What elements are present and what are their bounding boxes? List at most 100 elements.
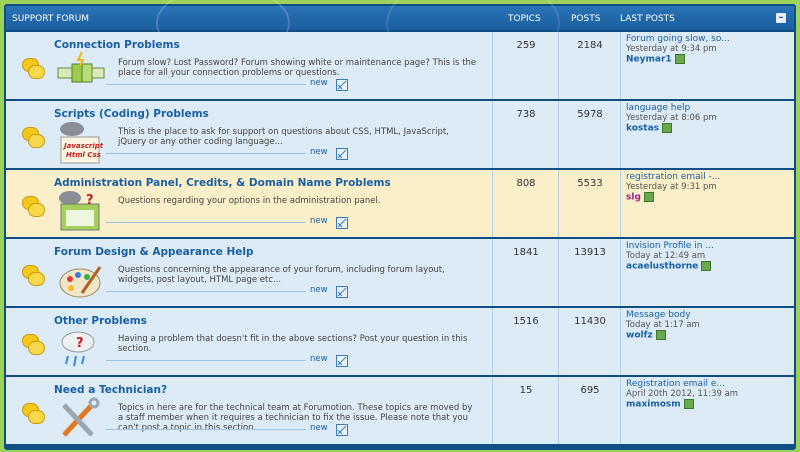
last-post-cell: registration email -... Yesterday at 9:3… xyxy=(620,170,795,237)
forum-status-icon xyxy=(22,403,45,425)
go-to-post-icon[interactable] xyxy=(683,399,694,409)
forum-title-link[interactable]: Scripts (Coding) Problems xyxy=(54,108,209,120)
posts-count: 2184 xyxy=(577,40,603,51)
new-posts-link[interactable]: new xyxy=(310,354,328,364)
last-post-user-link[interactable]: slg xyxy=(626,193,641,203)
last-post-time: Yesterday at 8:06 pm xyxy=(626,113,717,123)
posts-cell: 5978 xyxy=(558,101,621,168)
go-to-post-icon[interactable] xyxy=(701,261,712,271)
forum-title-link[interactable]: Connection Problems xyxy=(54,39,180,51)
forum-description: Questions concerning the appearance of y… xyxy=(118,265,445,285)
rss-icon[interactable] xyxy=(336,283,348,302)
topics-cell: 1516 xyxy=(492,308,559,375)
topics-count: 259 xyxy=(516,40,536,51)
last-post-user-link[interactable]: wolfz xyxy=(626,331,653,341)
forum-row: Forum Design & Appearance Help Questions… xyxy=(6,239,794,308)
new-posts-link[interactable]: new xyxy=(310,147,328,157)
forum-description: Questions regarding your options in the … xyxy=(118,196,381,206)
svg-text:Javascript: Javascript xyxy=(62,142,104,150)
posts-count: 13913 xyxy=(574,247,606,258)
last-post-title-link[interactable]: Forum going slow, so... xyxy=(626,34,730,44)
forum-status-icon xyxy=(22,334,45,356)
last-post-cell: Forum going slow, so... Yesterday at 9:3… xyxy=(620,32,795,99)
new-posts-link[interactable]: new xyxy=(310,78,328,88)
plug-icon xyxy=(56,51,106,96)
divider xyxy=(106,222,306,223)
last-post-user-link[interactable]: Neymar1 xyxy=(626,55,672,65)
last-post-time: Yesterday at 9:34 pm xyxy=(626,44,717,54)
forum-info-cell: ? Administration Panel, Credits, & Domai… xyxy=(6,170,492,237)
rss-icon[interactable] xyxy=(336,145,348,164)
topics-cell: 808 xyxy=(492,170,559,237)
divider xyxy=(106,153,306,154)
svg-text:?: ? xyxy=(86,193,94,208)
forum-status-icon xyxy=(22,265,45,287)
go-to-post-icon[interactable] xyxy=(655,330,666,340)
last-post-title-link[interactable]: language help xyxy=(626,103,690,113)
svg-text:Html Css: Html Css xyxy=(66,151,101,159)
rss-icon[interactable] xyxy=(336,76,348,95)
forum-title-link[interactable]: Other Problems xyxy=(54,315,147,327)
go-to-post-icon[interactable] xyxy=(643,192,654,202)
last-post-title-link[interactable]: Message body xyxy=(626,310,691,320)
posts-cell: 11430 xyxy=(558,308,621,375)
category-title[interactable]: SUPPORT FORUM xyxy=(12,14,89,24)
forum-status-icon xyxy=(22,127,45,149)
topics-cell: 259 xyxy=(492,32,559,99)
last-post-user: maximosm xyxy=(626,399,694,410)
last-post-user: wolfz xyxy=(626,330,666,341)
last-post-title-link[interactable]: Registration email e... xyxy=(626,379,725,389)
forum-row: Need a Technician? Topics in here are fo… xyxy=(6,377,794,446)
posts-count: 5978 xyxy=(577,109,603,120)
rss-icon[interactable] xyxy=(336,421,348,440)
code-book-icon: Javascript Html Css xyxy=(56,121,106,165)
forum-status-icon xyxy=(22,196,45,218)
forum-description: Forum slow? Lost Password? Forum showing… xyxy=(118,58,477,78)
last-post-title-link[interactable]: Invision Profile in ... xyxy=(626,241,714,251)
forum-description: Having a problem that doesn't fit in the… xyxy=(118,334,468,354)
new-posts-link[interactable]: new xyxy=(310,285,328,295)
last-posts-header: LAST POSTS xyxy=(620,14,675,24)
last-post-user-link[interactable]: acaelusthorne xyxy=(626,262,698,272)
posts-count: 5533 xyxy=(577,178,603,189)
category-header: SUPPORT FORUM TOPICS POSTS LAST POSTS – xyxy=(6,0,794,70)
question-cloud-icon: ? xyxy=(56,328,106,372)
topics-header: TOPICS xyxy=(508,14,541,24)
topics-count: 15 xyxy=(519,385,533,396)
forum-title-link[interactable]: Forum Design & Appearance Help xyxy=(54,246,254,258)
last-post-user: slg xyxy=(626,192,654,203)
divider xyxy=(106,291,306,292)
topics-cell: 738 xyxy=(492,101,559,168)
last-post-title-link[interactable]: registration email -... xyxy=(626,172,720,182)
forum-title-link[interactable]: Administration Panel, Credits, & Domain … xyxy=(54,177,391,189)
posts-cell: 2184 xyxy=(558,32,621,99)
last-post-user-link[interactable]: maximosm xyxy=(626,400,681,410)
divider xyxy=(106,360,306,361)
last-post-time: April 20th 2012, 11:39 am xyxy=(626,389,739,399)
divider xyxy=(106,84,306,85)
forum-row: ? Administration Panel, Credits, & Domai… xyxy=(6,170,794,239)
new-posts-link[interactable]: new xyxy=(310,216,328,226)
last-post-user: acaelusthorne xyxy=(626,261,712,272)
forum-row: Javascript Html Css Scripts (Coding) Prob… xyxy=(6,101,794,170)
last-post-user-link[interactable]: kostas xyxy=(626,124,659,134)
forum-info-cell: ? Other Problems Having a problem that d… xyxy=(6,308,492,375)
rss-icon[interactable] xyxy=(336,352,348,371)
last-post-time: Yesterday at 9:31 pm xyxy=(626,182,717,192)
admin-panel-icon: ? xyxy=(56,190,106,234)
forum-info-cell: Forum Design & Appearance Help Questions… xyxy=(6,239,492,306)
palette-icon xyxy=(56,259,106,303)
forum-info-cell: Connection Problems Forum slow? Lost Pas… xyxy=(6,32,492,99)
last-post-user: kostas xyxy=(626,123,673,134)
collapse-icon[interactable]: – xyxy=(776,13,786,23)
go-to-post-icon[interactable] xyxy=(674,54,685,64)
new-posts-link[interactable]: new xyxy=(310,423,328,433)
posts-count: 11430 xyxy=(574,316,606,327)
forum-title-link[interactable]: Need a Technician? xyxy=(54,384,167,396)
forum-info-cell: Javascript Html Css Scripts (Coding) Prob… xyxy=(6,101,492,168)
go-to-post-icon[interactable] xyxy=(662,123,673,133)
posts-cell: 695 xyxy=(558,377,621,444)
posts-header: POSTS xyxy=(571,14,601,24)
forum-category-table: SUPPORT FORUM TOPICS POSTS LAST POSTS – … xyxy=(4,0,796,450)
rss-icon[interactable] xyxy=(336,214,348,233)
